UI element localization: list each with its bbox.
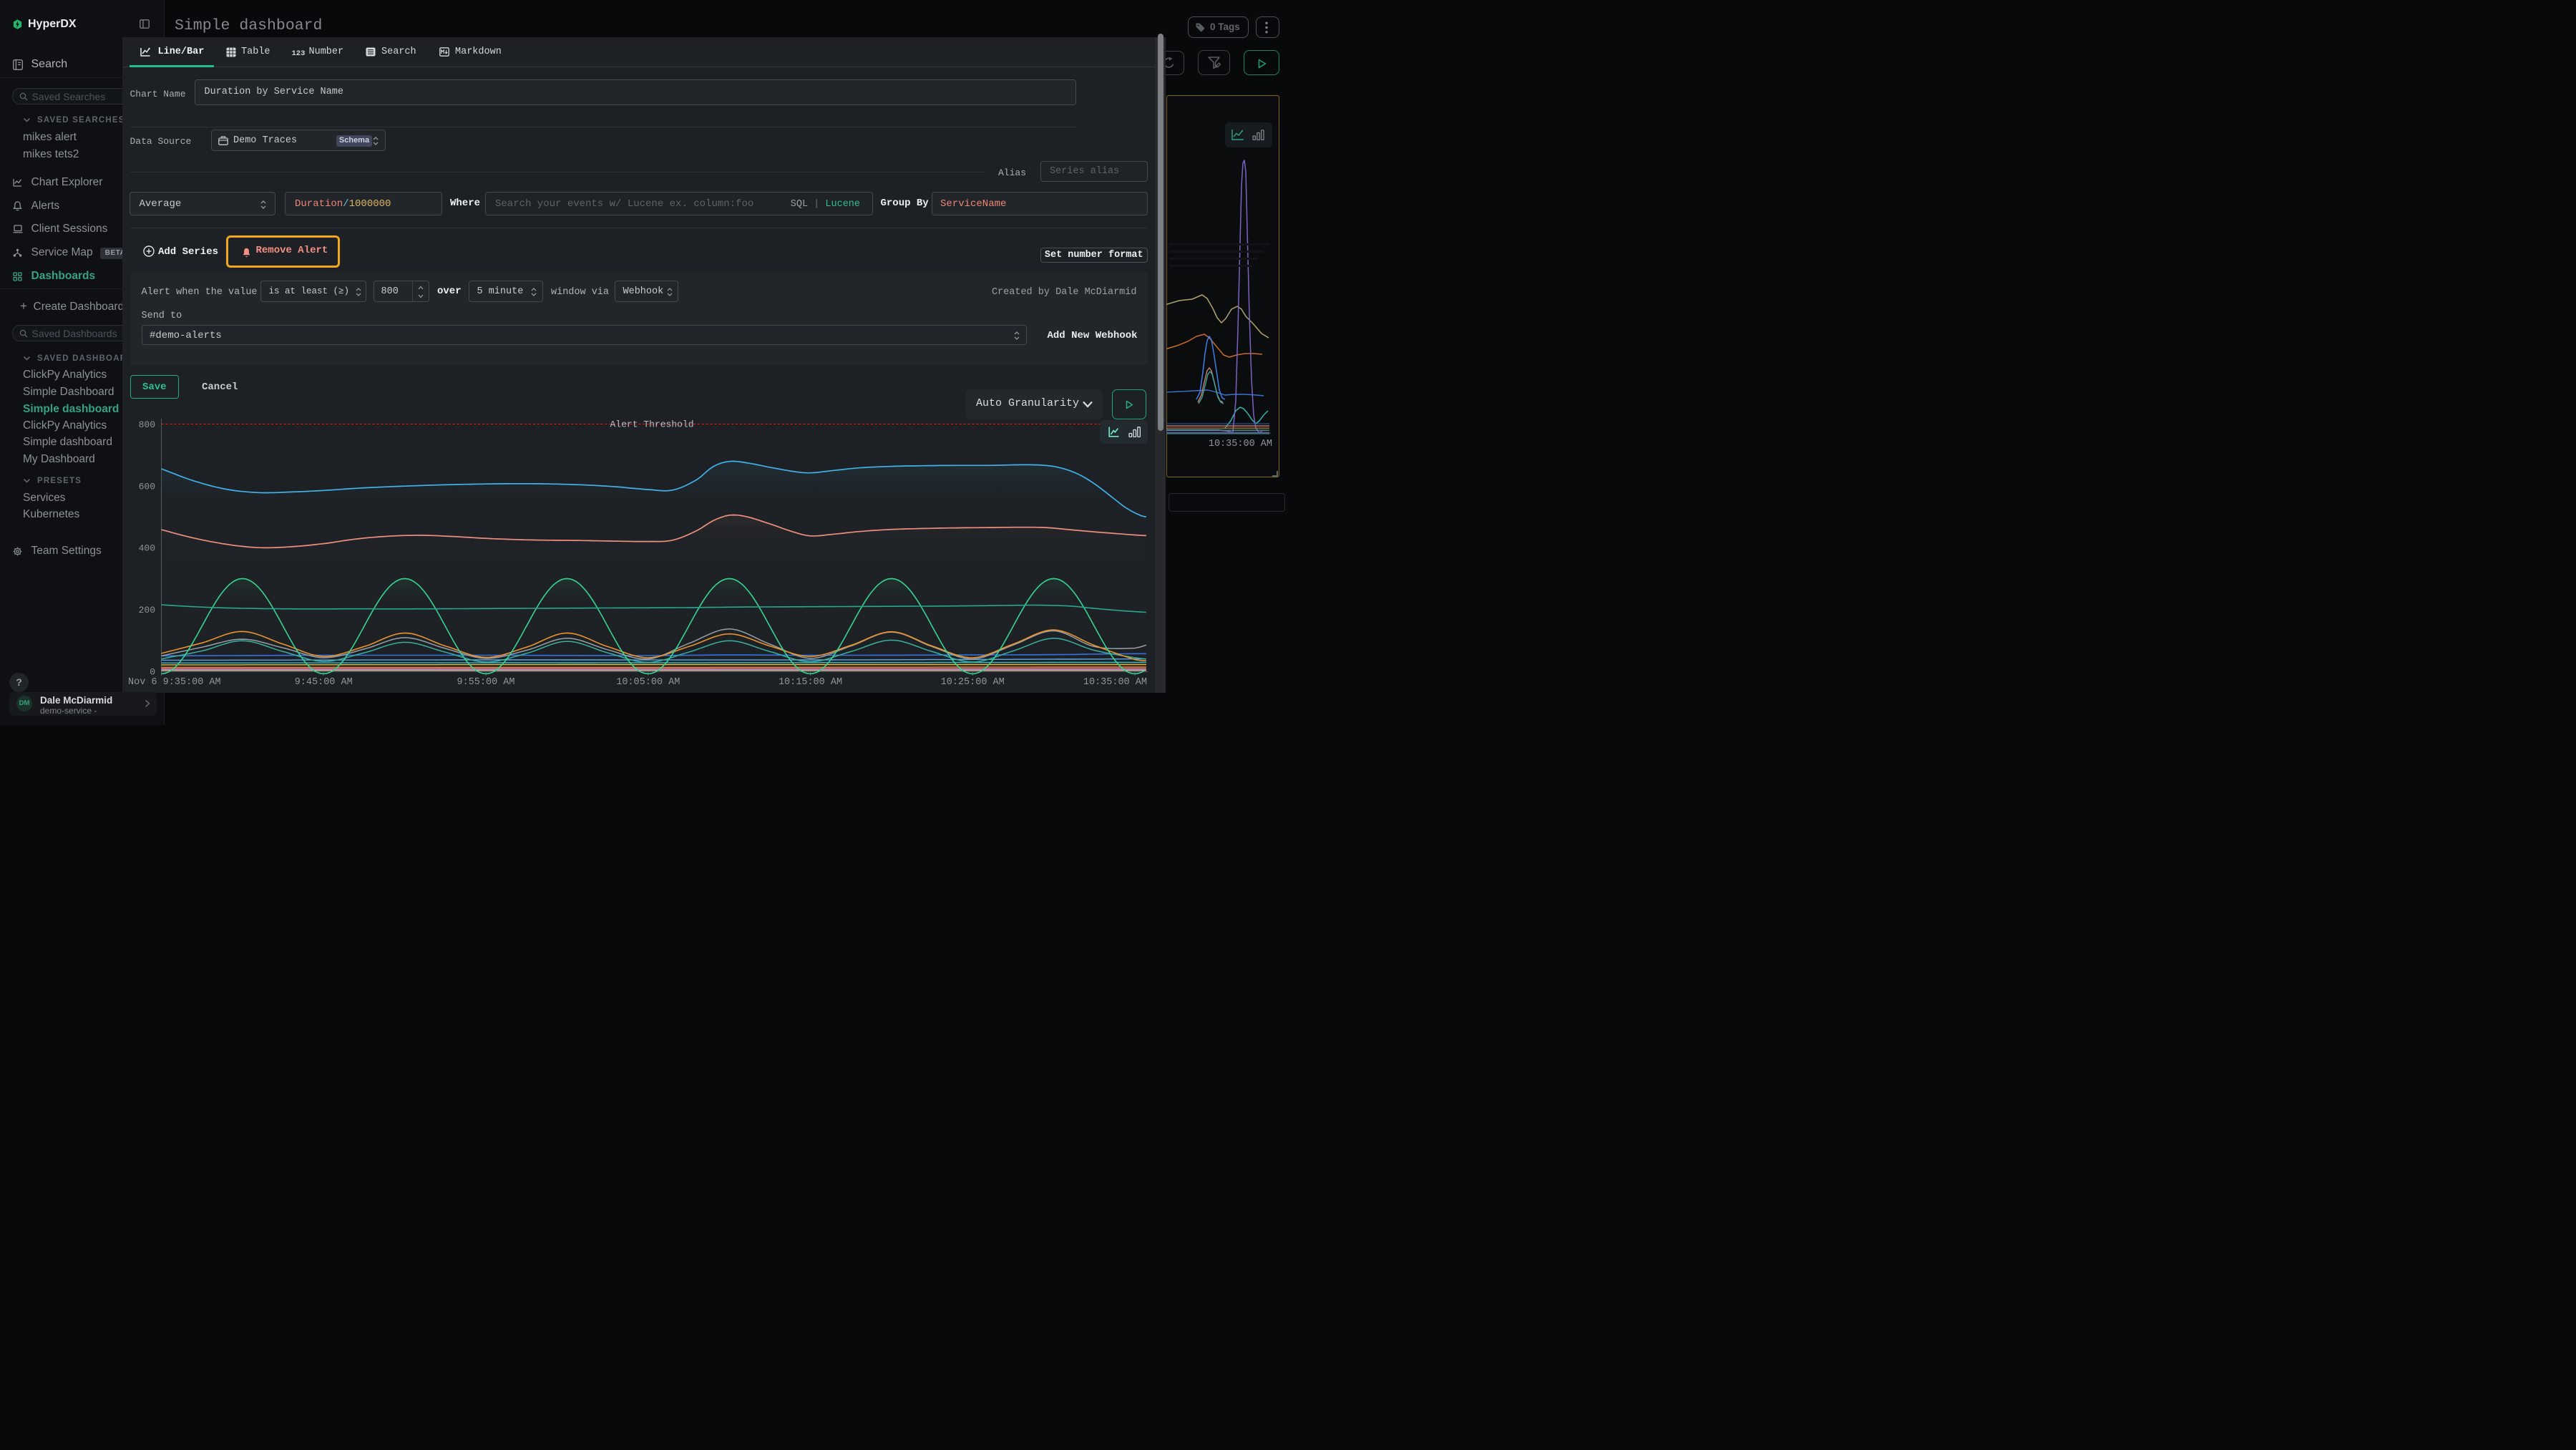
svg-text:10:35:00 AM: 10:35:00 AM (1209, 439, 1272, 449)
